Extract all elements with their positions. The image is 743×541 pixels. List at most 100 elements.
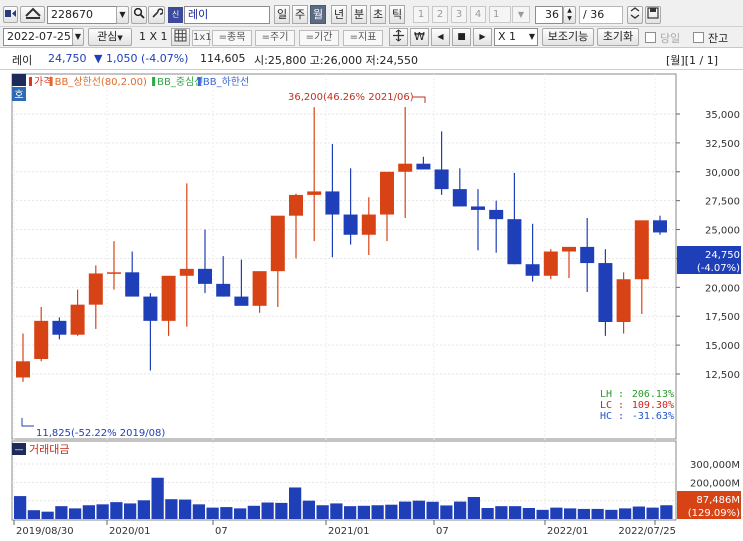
link-icon [5, 10, 16, 17]
y-tick-label: 12,500 [705, 370, 740, 381]
wrench-icon [151, 8, 164, 18]
grid-icon [174, 29, 187, 42]
volume-bar [220, 507, 233, 519]
today-text: 당일 [660, 32, 681, 45]
won-button[interactable]: ₩ [410, 28, 429, 46]
volume-bar [261, 502, 274, 519]
candle-body [161, 275, 176, 321]
y-tick-label: 20,000 [705, 283, 740, 294]
volume-bar [247, 505, 260, 519]
period-week[interactable]: 주 [292, 5, 308, 24]
balance-checkbox[interactable] [693, 32, 704, 43]
candle-body [270, 215, 285, 272]
lock-button[interactable] [20, 6, 45, 23]
date-dropdown[interactable]: ▼ [72, 28, 84, 46]
period-num-2[interactable]: 2 [432, 6, 448, 23]
crosshair-button[interactable] [389, 28, 408, 46]
period-link-button[interactable]: =주기 [255, 30, 295, 46]
period-second[interactable]: 초 [370, 5, 386, 24]
stat-label: LH : [600, 389, 624, 400]
today-label: 당일 [660, 30, 680, 46]
volume-bar [536, 509, 549, 519]
count-value: 36 [545, 8, 559, 21]
candle-body [416, 163, 431, 170]
layout-value: 1 X 1 [139, 30, 168, 43]
period-year-label: 년 [333, 8, 345, 21]
range-link-button[interactable]: =기간 [299, 30, 339, 46]
volume-bar [330, 503, 343, 519]
candle-body [34, 320, 49, 359]
candle-body [598, 263, 613, 322]
count-spinner[interactable]: ▲ ▼ [563, 6, 576, 24]
period-year[interactable]: 년 [331, 5, 347, 24]
x-tick-label: 2022/07/25 [618, 526, 676, 537]
prev-icon: ◀ [437, 32, 444, 41]
candle-body [107, 272, 121, 274]
stock-code-input[interactable]: 228670 [47, 6, 117, 24]
chevron-down-icon: ▼ [528, 32, 535, 41]
chevron-down-icon: ▼ [517, 10, 525, 19]
volume-bar [82, 505, 95, 519]
period-day[interactable]: 일 [274, 5, 290, 24]
won-icon: ₩ [414, 30, 425, 43]
aux-function-button[interactable]: 보조기능 [542, 28, 594, 46]
count-total-value: / 36 [583, 8, 605, 21]
period-tick[interactable]: 틱 [389, 5, 405, 24]
volume-bar [550, 507, 563, 519]
y-tick-label: 30,000 [705, 168, 740, 179]
period-num-1[interactable]: 1 [413, 6, 429, 23]
period-minute-label: 분 [353, 8, 365, 21]
volume-bar [151, 477, 164, 519]
zoom-select[interactable]: X 1 ▼ [494, 28, 538, 46]
indicator-link-button[interactable]: =지표 [343, 30, 383, 46]
period-num-dropdown[interactable]: ▼ [512, 6, 530, 23]
volume-bar [41, 511, 54, 519]
date-input[interactable]: 2022-07-25 [3, 28, 73, 46]
x-tick-label: 2020/01 [109, 526, 151, 537]
tool-button[interactable] [148, 6, 165, 24]
period-num-custom[interactable]: 1 [489, 6, 511, 23]
volume-bar [316, 505, 329, 519]
period-num-3[interactable]: 3 [451, 6, 467, 23]
date-value: 2022-07-25 [7, 30, 71, 43]
reset-label: 초기화 [602, 30, 634, 43]
stock-chart: 35,00032,50030,00027,50025,00022,50020,0… [11, 73, 741, 537]
volume-bar [564, 508, 577, 519]
legend-item: BB_중심선 [157, 76, 203, 88]
search-button[interactable] [131, 6, 147, 24]
period-month[interactable]: 월 [310, 5, 326, 24]
reset-button[interactable]: 초기화 [597, 28, 639, 46]
stock-name-field[interactable]: 레이 [184, 6, 270, 24]
stop-button[interactable]: ■ [452, 28, 471, 46]
period-num-4-label: 4 [474, 9, 482, 20]
save-button[interactable] [645, 6, 661, 24]
next-button[interactable]: ▶ [473, 28, 492, 46]
last-volume: 87,486M [696, 495, 740, 506]
today-checkbox[interactable] [645, 32, 656, 43]
high-annotation: 36,200(46.26% 2021/06) [288, 92, 414, 103]
period-second-label: 초 [372, 8, 384, 21]
count-input[interactable]: 36 [535, 6, 563, 24]
prev-button[interactable]: ◀ [431, 28, 450, 46]
candle-body [16, 361, 30, 378]
x-tick-label: 2019/08/30 [16, 526, 74, 537]
y-tick-label: 35,000 [705, 110, 740, 121]
volume-bar [632, 506, 645, 519]
period-num-4[interactable]: 4 [470, 6, 486, 23]
info-volume: 114,605 [200, 52, 246, 65]
info-paging[interactable]: [월][1 / 1] [666, 52, 718, 68]
volume-bar [96, 504, 109, 519]
candle-body [452, 189, 467, 207]
period-minute[interactable]: 분 [351, 5, 367, 24]
stock-link-button[interactable]: =종목 [212, 30, 252, 46]
stock-code-dropdown[interactable]: ▼ [116, 6, 129, 24]
grid-button[interactable] [171, 28, 190, 46]
layout-1x1-button[interactable]: 1x1 [192, 30, 212, 46]
period-tick-label: 틱 [391, 8, 403, 21]
link-button[interactable] [3, 6, 18, 23]
last-price: 24,750 [705, 250, 740, 261]
balance-text: 잔고 [708, 32, 729, 45]
range-link-label: =기간 [305, 32, 333, 43]
watch-button[interactable]: 관심▼ [88, 28, 132, 46]
scroll-button[interactable] [627, 6, 643, 24]
